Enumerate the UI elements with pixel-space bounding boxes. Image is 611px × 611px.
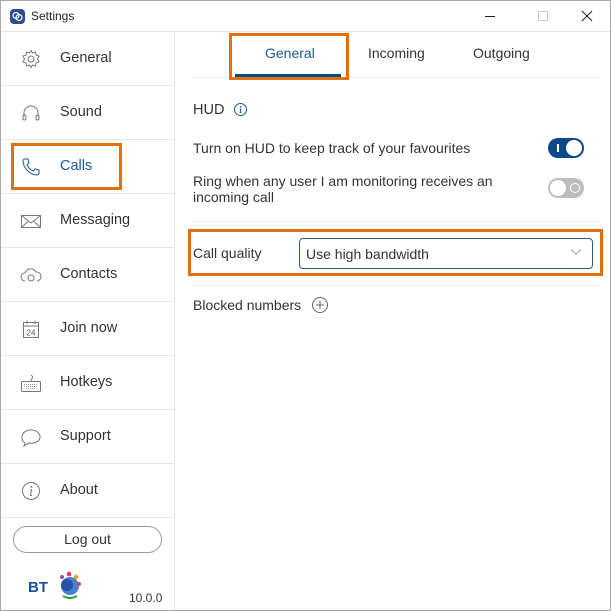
- sidebar-item-label: Support: [60, 428, 111, 444]
- sidebar-item-support[interactable]: Support: [1, 410, 174, 464]
- hud-favourites-label: Turn on HUD to keep track of your favour…: [193, 140, 471, 156]
- section-divider: [193, 285, 601, 286]
- sidebar-item-label: Messaging: [60, 212, 131, 228]
- sidebar-item-label: About: [60, 482, 98, 498]
- hud-info-icon[interactable]: [233, 102, 248, 117]
- title-bar: Settings: [1, 1, 610, 32]
- gear-icon: [22, 49, 40, 69]
- settings-content: General Incoming Outgoing HUD Turn on HU…: [176, 32, 610, 610]
- sidebar-item-join-now[interactable]: 24 Join now: [1, 302, 174, 356]
- speech-bubble-icon: [21, 429, 41, 448]
- info-icon: [22, 482, 40, 500]
- toggle-knob: [566, 140, 582, 156]
- bt-logo: BT: [28, 571, 81, 599]
- maximize-icon: [538, 11, 548, 21]
- cloud-contacts-icon: [20, 268, 42, 282]
- headphones-icon: [22, 105, 40, 121]
- call-quality-highlight-box: [188, 229, 603, 276]
- general-tab-highlight-box: [229, 33, 349, 80]
- sidebar-item-sound[interactable]: Sound: [1, 86, 174, 140]
- close-button[interactable]: [564, 1, 610, 32]
- sidebar: General Sound Calls Messaging Contacts 2…: [1, 32, 175, 610]
- section-divider: [193, 221, 601, 222]
- window-title: Settings: [31, 9, 75, 23]
- sidebar-item-label: Contacts: [60, 266, 118, 282]
- add-blocked-number-icon[interactable]: [311, 296, 329, 314]
- tab-outgoing[interactable]: Outgoing: [473, 45, 530, 61]
- blocked-numbers-label: Blocked numbers: [193, 297, 302, 313]
- close-icon: [581, 10, 593, 22]
- calls-highlight-box: [11, 143, 122, 190]
- tab-incoming[interactable]: Incoming: [368, 45, 425, 61]
- version-label: 10.0.0: [129, 591, 163, 605]
- hud-favourites-toggle[interactable]: [548, 138, 584, 158]
- svg-text:24: 24: [27, 329, 36, 338]
- settings-window: Settings General Sound Calls Messaging C…: [0, 0, 611, 611]
- keyboard-icon: [21, 374, 41, 392]
- sidebar-item-general[interactable]: General: [1, 32, 174, 86]
- logout-button[interactable]: Log out: [13, 526, 162, 553]
- sidebar-item-label: Join now: [60, 320, 118, 336]
- ring-monitoring-toggle[interactable]: [548, 178, 584, 198]
- toggle-knob: [550, 180, 566, 196]
- minimize-icon: [485, 16, 495, 17]
- envelope-icon: [21, 215, 41, 228]
- app-logo-icon: [10, 9, 25, 24]
- ring-monitoring-label: Ring when any user I am monitoring recei…: [193, 173, 493, 205]
- sidebar-item-label: Hotkeys: [60, 374, 113, 390]
- sidebar-item-about[interactable]: About: [1, 464, 174, 518]
- svg-text:BT: BT: [28, 579, 48, 596]
- sidebar-item-label: Sound: [60, 104, 102, 120]
- sidebar-item-hotkeys[interactable]: Hotkeys: [1, 356, 174, 410]
- sidebar-item-contacts[interactable]: Contacts: [1, 248, 174, 302]
- maximize-button[interactable]: [519, 1, 565, 32]
- sidebar-item-messaging[interactable]: Messaging: [1, 194, 174, 248]
- minimize-button[interactable]: [467, 1, 513, 32]
- sidebar-item-label: General: [60, 50, 112, 66]
- calendar-icon: 24: [23, 320, 39, 338]
- toggle-off-mark: [570, 183, 580, 193]
- hud-section-title: HUD: [193, 102, 225, 118]
- toggle-on-mark: [557, 144, 559, 152]
